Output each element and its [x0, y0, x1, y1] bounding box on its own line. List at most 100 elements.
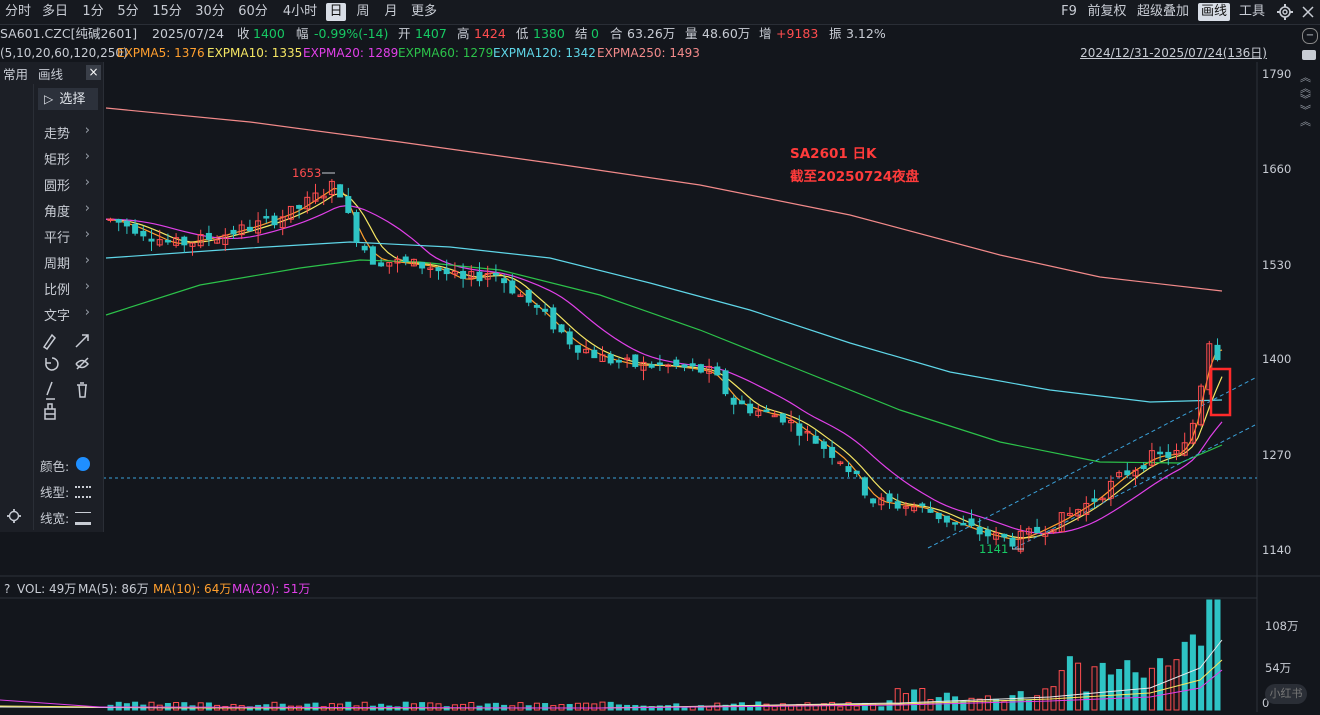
- ema60-line: [105, 259, 1223, 464]
- minus-icon[interactable]: −: [1302, 28, 1318, 44]
- volume-bar: [878, 706, 885, 711]
- vol-ma5-label: MA(5): 86万: [78, 582, 149, 596]
- volume-bar: [271, 701, 278, 711]
- chevron-right-icon: ›: [84, 123, 90, 138]
- candle-body: [1165, 451, 1172, 458]
- candle-body: [1034, 526, 1041, 534]
- tool-rect[interactable]: 矩形 ›: [44, 149, 94, 168]
- candle-body: [968, 518, 975, 526]
- candle-body: [927, 508, 934, 513]
- price-tick: 1400: [1262, 352, 1292, 366]
- candle-body: [681, 364, 688, 368]
- candle-body: [566, 331, 573, 345]
- volume-bar: [197, 702, 204, 711]
- candle-body: [164, 239, 171, 243]
- volume-bar: [1099, 662, 1106, 711]
- volume-bar: [1189, 634, 1196, 711]
- candle-body: [476, 271, 483, 282]
- kline-chart[interactable]: [0, 0, 1320, 715]
- tool-ratio[interactable]: 比例 ›: [44, 279, 94, 298]
- toolbox-left-column: [0, 84, 34, 530]
- volume-bar: [1083, 691, 1090, 711]
- volume-bar: [837, 706, 844, 711]
- volume-bar: [132, 701, 139, 711]
- candle-body: [542, 308, 549, 312]
- select-tool-button[interactable]: ▷ 选择: [38, 88, 98, 110]
- ema120-line: [105, 241, 1223, 403]
- candle-body: [337, 184, 344, 198]
- volume-bar: [1066, 656, 1073, 711]
- tab-drawing[interactable]: 画线: [38, 64, 63, 83]
- tool-cycle[interactable]: 周期 ›: [44, 253, 94, 272]
- volume-bar: [468, 701, 475, 711]
- volume-tick: 108万: [1265, 619, 1299, 633]
- volume-bar: [361, 701, 368, 711]
- trash-icon: [77, 382, 87, 398]
- tool-circle[interactable]: 圆形 ›: [44, 175, 94, 194]
- tab-common[interactable]: 常用: [3, 64, 28, 83]
- candle-body: [689, 363, 696, 367]
- tool-parallel[interactable]: 平行 ›: [44, 227, 94, 246]
- candle-body: [1001, 533, 1008, 538]
- color-picker-swatch[interactable]: [76, 457, 90, 471]
- candle-body: [361, 245, 368, 251]
- candle-body: [952, 522, 959, 525]
- help-icon[interactable]: ?: [4, 580, 10, 598]
- candle-body: [140, 230, 147, 237]
- high-marker-label: 1653: [292, 166, 322, 180]
- candle-body: [943, 515, 950, 523]
- select-tool-label: 选择: [59, 92, 86, 107]
- volume-bar: [181, 702, 188, 711]
- candle-body: [1140, 465, 1147, 470]
- volume-bar: [1124, 660, 1131, 711]
- vol-ma10-line: [0, 659, 1223, 709]
- volume-bar: [533, 702, 540, 711]
- collapse-chevrons-icon[interactable]: ︽ ︽ ︾ ︾ ︽: [1300, 72, 1311, 127]
- wp-icon[interactable]: [1302, 50, 1316, 60]
- candle-body: [353, 212, 360, 243]
- tool-text[interactable]: 文字 ›: [44, 305, 94, 324]
- volume-bar: [829, 701, 836, 711]
- candle-body: [820, 441, 827, 449]
- arrow-icon: [75, 334, 89, 348]
- volume-bar: [1017, 691, 1024, 711]
- volume-bar: [1148, 667, 1155, 711]
- volume-bar: [312, 702, 319, 711]
- volume-bar: [1140, 677, 1147, 711]
- trendline-upper[interactable]: [927, 377, 1256, 549]
- chevron-right-icon: ›: [84, 175, 90, 190]
- candle-body: [648, 364, 655, 368]
- linewidth-label: 线宽:: [40, 511, 70, 526]
- linetype-picker[interactable]: [75, 486, 91, 498]
- volume-bar: [173, 702, 180, 711]
- candle-body: [984, 529, 991, 537]
- tool-trend[interactable]: 走势 ›: [44, 123, 94, 142]
- volume-bar: [1206, 599, 1213, 711]
- chevron-right-icon: ›: [84, 279, 90, 294]
- volume-bar: [771, 705, 778, 711]
- candle-body: [574, 345, 581, 353]
- volume-bar: [902, 693, 909, 711]
- candle-body: [886, 493, 893, 502]
- linewidth-picker[interactable]: [75, 512, 91, 525]
- volume-bar: [345, 701, 352, 711]
- candle-body: [763, 409, 770, 413]
- candle-body: [402, 256, 409, 263]
- volume-bar: [558, 704, 565, 711]
- linetype-label: 线型:: [40, 485, 70, 500]
- candle-body: [460, 270, 467, 279]
- chart-title-annotation: SA2601 日K: [790, 146, 877, 162]
- toolbox-close-icon[interactable]: ×: [86, 65, 101, 80]
- volume-bar: [607, 701, 614, 711]
- candle-body: [1124, 470, 1131, 476]
- candle-body: [123, 220, 130, 227]
- toolbox-settings-gear-icon[interactable]: [6, 508, 22, 524]
- candle-body: [714, 366, 721, 376]
- candle-body: [960, 522, 967, 526]
- volume-bar: [911, 689, 918, 711]
- candle-body: [779, 413, 786, 423]
- tool-angle[interactable]: 角度 ›: [44, 201, 94, 220]
- vol-ma10-label: MA(10): 64万: [153, 582, 232, 596]
- vol-ma20-label: MA(20): 51万: [232, 582, 311, 596]
- price-tick: 1530: [1262, 258, 1292, 272]
